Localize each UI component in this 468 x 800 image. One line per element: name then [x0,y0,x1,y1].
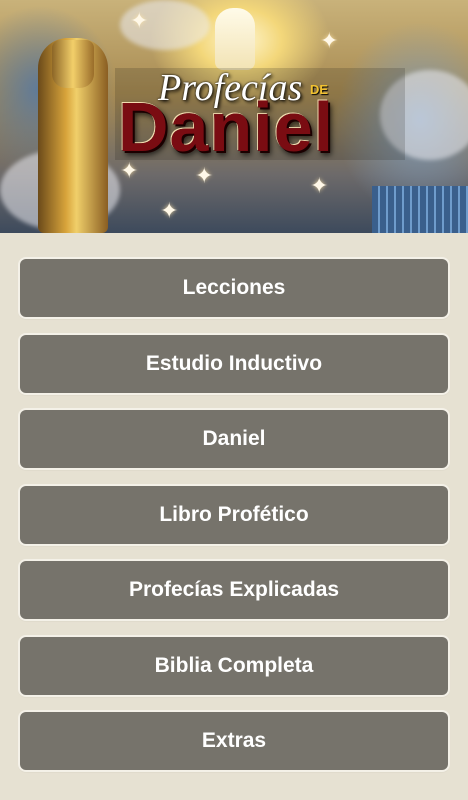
daniel-button[interactable]: Daniel [20,410,448,468]
biblia-completa-button[interactable]: Biblia Completa [20,636,448,695]
header-banner: ✦ ✦ ✦ ✦ ✦ ✦ Profecías DE Daniel [0,0,468,233]
profecias-explicadas-button[interactable]: Profecías Explicadas [20,561,448,619]
angel-icon: ✦ [130,8,149,33]
christ-figure-image [215,8,255,70]
main-menu: Lecciones Estudio Inductivo Daniel Libro… [20,259,448,788]
extras-button[interactable]: Extras [20,712,448,770]
statue-head-image [52,40,94,88]
angel-icon: ✦ [310,173,329,198]
libro-profetico-button[interactable]: Libro Profético [20,485,448,544]
angel-icon: ✦ [160,198,179,223]
title-main: Daniel [118,88,335,166]
angel-icon: ✦ [195,163,214,188]
estudio-inductivo-button[interactable]: Estudio Inductivo [20,334,448,393]
angel-icon: ✦ [320,28,339,53]
lecciones-button[interactable]: Lecciones [20,259,448,317]
building-image [372,186,468,233]
